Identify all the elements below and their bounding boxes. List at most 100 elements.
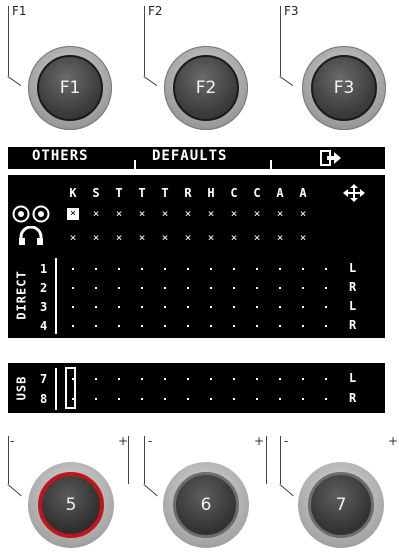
matrix-cell-empty[interactable] [210,378,212,380]
matrix-cell-empty[interactable] [302,287,304,289]
matrix-cell-empty[interactable] [141,398,143,400]
matrix-cell-empty[interactable] [118,268,120,270]
matrix-cell-empty[interactable] [72,268,74,270]
matrix-cell-empty[interactable] [187,378,189,380]
matrix-cell[interactable]: × [90,208,102,220]
matrix-cell-empty[interactable] [256,325,258,327]
matrix-cell-empty[interactable] [164,325,166,327]
matrix-cell-empty[interactable] [187,268,189,270]
matrix-cell-empty[interactable] [95,268,97,270]
matrix-cell[interactable]: × [251,208,263,220]
matrix-cell-empty[interactable] [325,268,327,270]
matrix-cell-empty[interactable] [279,306,281,308]
matrix-cell[interactable]: × [228,232,240,244]
matrix-cell-empty[interactable] [233,306,235,308]
matrix-cell-empty[interactable] [210,268,212,270]
matrix-cell[interactable]: × [159,232,171,244]
matrix-cell-empty[interactable] [141,306,143,308]
tab-defaults[interactable]: DEFAULTS [152,148,227,164]
matrix-cell-empty[interactable] [72,325,74,327]
matrix-cell-empty[interactable] [302,268,304,270]
matrix-cell[interactable]: × [297,232,309,244]
matrix-cell-empty[interactable] [118,287,120,289]
matrix-cell-selected[interactable]: × [67,208,79,220]
matrix-cell[interactable]: × [90,232,102,244]
matrix-cell-empty[interactable] [325,306,327,308]
matrix-cell[interactable]: × [159,208,171,220]
matrix-cell-empty[interactable] [118,325,120,327]
matrix-cell-empty[interactable] [210,306,212,308]
matrix-cell-empty[interactable] [325,398,327,400]
matrix-cell[interactable]: × [205,208,217,220]
matrix-cell-empty[interactable] [118,378,120,380]
matrix-cell-empty[interactable] [256,268,258,270]
knob-5[interactable]: 5 [28,462,114,548]
matrix-cell-empty[interactable] [72,306,74,308]
matrix-cell-empty[interactable] [164,378,166,380]
matrix-cell[interactable]: × [274,208,286,220]
matrix-cell-empty[interactable] [141,378,143,380]
matrix-cell-empty[interactable] [164,268,166,270]
matrix-cell-empty[interactable] [210,287,212,289]
matrix-cell-empty[interactable] [95,287,97,289]
matrix-cell-empty[interactable] [72,398,74,400]
matrix-cell-empty[interactable] [95,378,97,380]
matrix-cell[interactable]: × [205,232,217,244]
matrix-cell-empty[interactable] [279,398,281,400]
matrix-cell-empty[interactable] [279,325,281,327]
matrix-cell[interactable]: × [251,232,263,244]
matrix-cell-empty[interactable] [141,268,143,270]
matrix-cell-empty[interactable] [325,325,327,327]
matrix-cell[interactable]: × [136,208,148,220]
matrix-cell-empty[interactable] [256,378,258,380]
matrix-cell-empty[interactable] [187,325,189,327]
matrix-cell-empty[interactable] [95,398,97,400]
matrix-cell[interactable]: × [67,232,79,244]
matrix-cell[interactable]: × [136,232,148,244]
matrix-cell-empty[interactable] [279,287,281,289]
matrix-cell-empty[interactable] [210,398,212,400]
matrix-cell[interactable]: × [274,232,286,244]
matrix-cell-empty[interactable] [164,398,166,400]
matrix-cell-empty[interactable] [302,325,304,327]
matrix-cell-empty[interactable] [233,378,235,380]
matrix-cell-empty[interactable] [210,325,212,327]
matrix-cell-empty[interactable] [233,268,235,270]
exit-arrow-icon[interactable] [320,150,342,166]
matrix-cell-empty[interactable] [302,398,304,400]
matrix-cell-empty[interactable] [256,287,258,289]
matrix-cell-empty[interactable] [187,287,189,289]
matrix-cell-empty[interactable] [279,268,281,270]
knob-7[interactable]: 7 [298,462,384,548]
f1-button[interactable]: F1 [28,46,112,130]
matrix-cell-empty[interactable] [141,287,143,289]
matrix-cell[interactable]: × [297,208,309,220]
matrix-cell[interactable]: × [182,208,194,220]
tab-others[interactable]: OTHERS [32,148,89,164]
matrix-cell[interactable]: × [228,208,240,220]
matrix-cell-empty[interactable] [118,306,120,308]
matrix-cell[interactable]: × [182,232,194,244]
matrix-cell[interactable]: × [113,232,125,244]
matrix-cell-empty[interactable] [118,398,120,400]
matrix-cell-empty[interactable] [164,306,166,308]
matrix-cell-empty[interactable] [256,306,258,308]
matrix-cell-empty[interactable] [233,325,235,327]
matrix-cell-empty[interactable] [325,287,327,289]
matrix-cell-empty[interactable] [256,398,258,400]
matrix-cell-empty[interactable] [72,287,74,289]
usb-cursor-box[interactable] [65,367,76,409]
matrix-cell-empty[interactable] [187,398,189,400]
matrix-cell-empty[interactable] [187,306,189,308]
f2-button[interactable]: F2 [164,46,248,130]
four-way-arrow-icon[interactable] [343,184,365,202]
matrix-cell-empty[interactable] [233,287,235,289]
matrix-cell-empty[interactable] [325,378,327,380]
matrix-cell-empty[interactable] [279,378,281,380]
matrix-cell-empty[interactable] [95,306,97,308]
matrix-cell-empty[interactable] [141,325,143,327]
matrix-cell-empty[interactable] [233,398,235,400]
f3-button[interactable]: F3 [302,46,386,130]
matrix-cell-empty[interactable] [302,378,304,380]
matrix-cell-empty[interactable] [302,306,304,308]
